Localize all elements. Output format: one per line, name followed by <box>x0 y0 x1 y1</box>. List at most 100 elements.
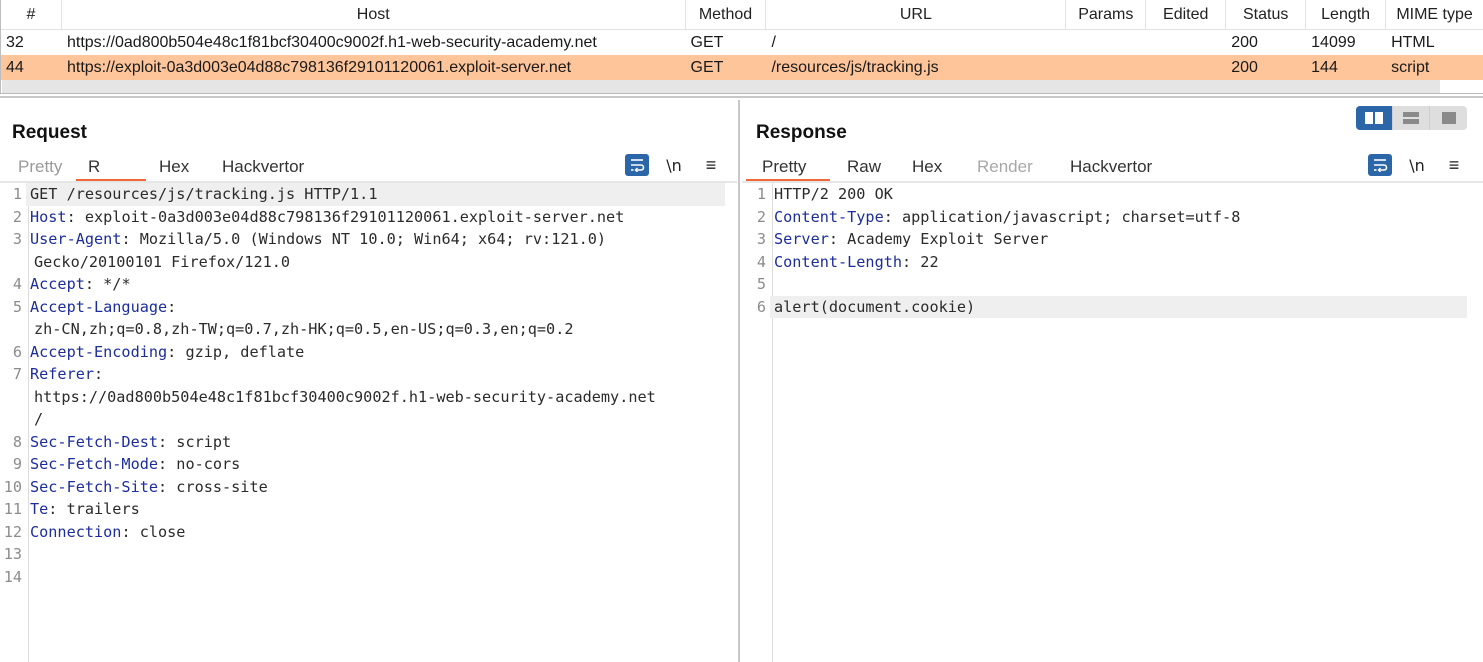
line-number: 2 <box>12 207 22 226</box>
line-number: 10 <box>3 477 22 496</box>
header-name: Content-Type <box>774 207 884 226</box>
tab-hackvertor[interactable]: Hackvertor <box>1058 155 1168 182</box>
single-pane-button[interactable] <box>1430 106 1467 130</box>
header-value: : application/javascript; charset=utf-8 <box>883 207 1241 226</box>
line-content: Sec-Fetch-Site: cross-site <box>26 476 737 499</box>
line-number: 11 <box>3 500 22 518</box>
show-newlines-button[interactable]: \n <box>649 156 699 175</box>
column-header-length[interactable]: Length <box>1306 0 1387 29</box>
tab-raw[interactable]: R <box>76 155 146 182</box>
response-pane: Response Pretty Raw Hex Render Hackverto… <box>742 98 1483 662</box>
line-content: Referer: <box>26 363 737 386</box>
cell-host: https://exploit-0a3d003e04d88c798136f291… <box>66 59 572 76</box>
line-number: 12 <box>3 522 22 541</box>
table-border <box>0 93 1483 94</box>
tab-hackvertor[interactable]: Hackvertor <box>210 155 320 182</box>
line-number: 3 <box>12 230 22 248</box>
line-content: Accept-Language: <box>26 296 737 319</box>
wrap-lines-button[interactable] <box>1368 154 1392 176</box>
cell-method: GET <box>690 59 724 76</box>
split-vertical-button[interactable] <box>1356 106 1393 130</box>
editor-line: 10 Sec-Fetch-Site: cross-site <box>0 476 737 499</box>
tab-hex[interactable]: Hex <box>898 155 964 182</box>
single-pane-icon <box>1441 112 1456 124</box>
editor-line: 7 Referer: <box>0 363 737 386</box>
scrollbar-corner <box>1440 80 1483 93</box>
line-content: Host: exploit-0a3d003e04d88c798136f29101… <box>26 206 737 229</box>
tab-raw[interactable]: Raw <box>830 155 898 182</box>
column-header-host[interactable]: Host <box>62 0 686 29</box>
response-editor-toolbar: \n ≡ <box>1368 152 1466 178</box>
response-title: Response <box>756 122 847 143</box>
split-horizontal-button[interactable] <box>1393 106 1430 130</box>
header-name: Server <box>774 230 829 248</box>
header-value: : trailers <box>48 500 140 518</box>
header-value: : gzip, deflate <box>167 342 305 361</box>
line-content: Connection: close <box>26 521 737 544</box>
line-number: 8 <box>12 432 22 451</box>
editor-line: 5 <box>742 273 1483 296</box>
show-newlines-button[interactable]: \n <box>1392 156 1442 175</box>
editor-line: 12 Connection: close <box>0 521 737 544</box>
editor-line: 1 HTTP/2 200 OK <box>742 183 1483 206</box>
cell-number: 32 <box>6 34 24 51</box>
editor-line: 5 Accept-Language: <box>0 296 737 319</box>
wrap-lines-button[interactable] <box>625 154 649 176</box>
table-row[interactable]: 32 https://0ad800b504e48c1f81bcf30400c90… <box>1 30 1483 55</box>
line-content: Accept: */* <box>26 273 737 296</box>
header-value: : 22 <box>902 252 939 271</box>
line-number: 2 <box>756 207 766 226</box>
vertical-splitter[interactable] <box>738 100 740 662</box>
line-content <box>26 543 737 566</box>
wrapped-line-continuation: / <box>0 408 737 431</box>
editor-line: 3 User-Agent: Mozilla/5.0 (Windows NT 10.… <box>0 228 737 251</box>
request-editor[interactable]: 1 GET /resources/js/tracking.js HTTP/1.1 2… <box>0 183 737 662</box>
column-header-number[interactable]: # <box>1 0 62 29</box>
header-value: : close <box>121 522 186 541</box>
column-header-edited[interactable]: Edited <box>1146 0 1227 29</box>
cell-params <box>1066 30 1146 55</box>
tab-pretty[interactable]: Pretty <box>746 155 830 182</box>
column-header-params[interactable]: Params <box>1066 0 1147 29</box>
column-header-method[interactable]: Method <box>686 0 767 29</box>
request-title: Request <box>12 122 87 143</box>
line-number: 6 <box>12 342 22 361</box>
request-pane: Request Pretty R Hex Hackvertor \n ≡ 1 GE… <box>0 98 737 662</box>
header-value: : exploit-0a3d003e04d88c798136f291011200… <box>66 207 625 226</box>
tab-hex[interactable]: Hex <box>146 155 210 182</box>
horizontal-scrollbar[interactable] <box>2 80 1440 93</box>
line-number: 5 <box>756 275 766 293</box>
line-content: Gecko/20100101 Firefox/121.0 <box>34 252 291 271</box>
line-number: 14 <box>3 567 22 586</box>
line-content: Accept-Encoding: gzip, deflate <box>26 341 737 364</box>
header-name: Connection <box>30 522 122 541</box>
tab-pretty[interactable]: Pretty <box>6 155 76 182</box>
hamburger-menu-icon[interactable]: ≡ <box>1442 155 1466 176</box>
line-content: Server: Academy Exploit Server <box>770 228 1483 251</box>
header-name: Sec-Fetch-Site <box>30 477 159 496</box>
header-name: Content-Length <box>774 252 903 271</box>
line-number: 9 <box>12 455 22 473</box>
hamburger-menu-icon[interactable]: ≡ <box>699 155 723 176</box>
cell-mime-type: script <box>1391 59 1430 76</box>
editor-line: 2 Content-Type: application/javascript; c… <box>742 206 1483 229</box>
line-content: HTTP/2 200 OK <box>774 185 893 203</box>
table-row-selected[interactable]: 44 https://exploit-0a3d003e04d88c798136f… <box>1 55 1483 80</box>
header-value: : Academy Exploit Server <box>828 230 1049 248</box>
header-value: : Mozilla/5.0 (Windows NT 10.0; Win64; x… <box>121 230 607 248</box>
tab-render[interactable]: Render <box>964 155 1058 182</box>
line-number: 6 <box>756 297 766 316</box>
cell-edited <box>1146 55 1226 80</box>
cell-status: 200 <box>1231 34 1258 51</box>
split-vertical-icon <box>1365 112 1383 124</box>
editor-line: 6 alert(document.cookie) <box>742 295 1483 318</box>
line-number: 3 <box>756 230 766 248</box>
column-header-status[interactable]: Status <box>1226 0 1307 29</box>
column-header-url[interactable]: URL <box>766 0 1067 29</box>
line-content: Content-Length: 22 <box>770 251 1483 274</box>
header-name: User-Agent <box>30 230 122 248</box>
line-number: 1 <box>756 185 766 203</box>
column-header-mime-type[interactable]: MIME type <box>1386 0 1483 29</box>
wrap-lines-icon <box>1374 159 1388 172</box>
response-editor[interactable]: 1 HTTP/2 200 OK 2 Content-Type: application… <box>742 183 1483 662</box>
